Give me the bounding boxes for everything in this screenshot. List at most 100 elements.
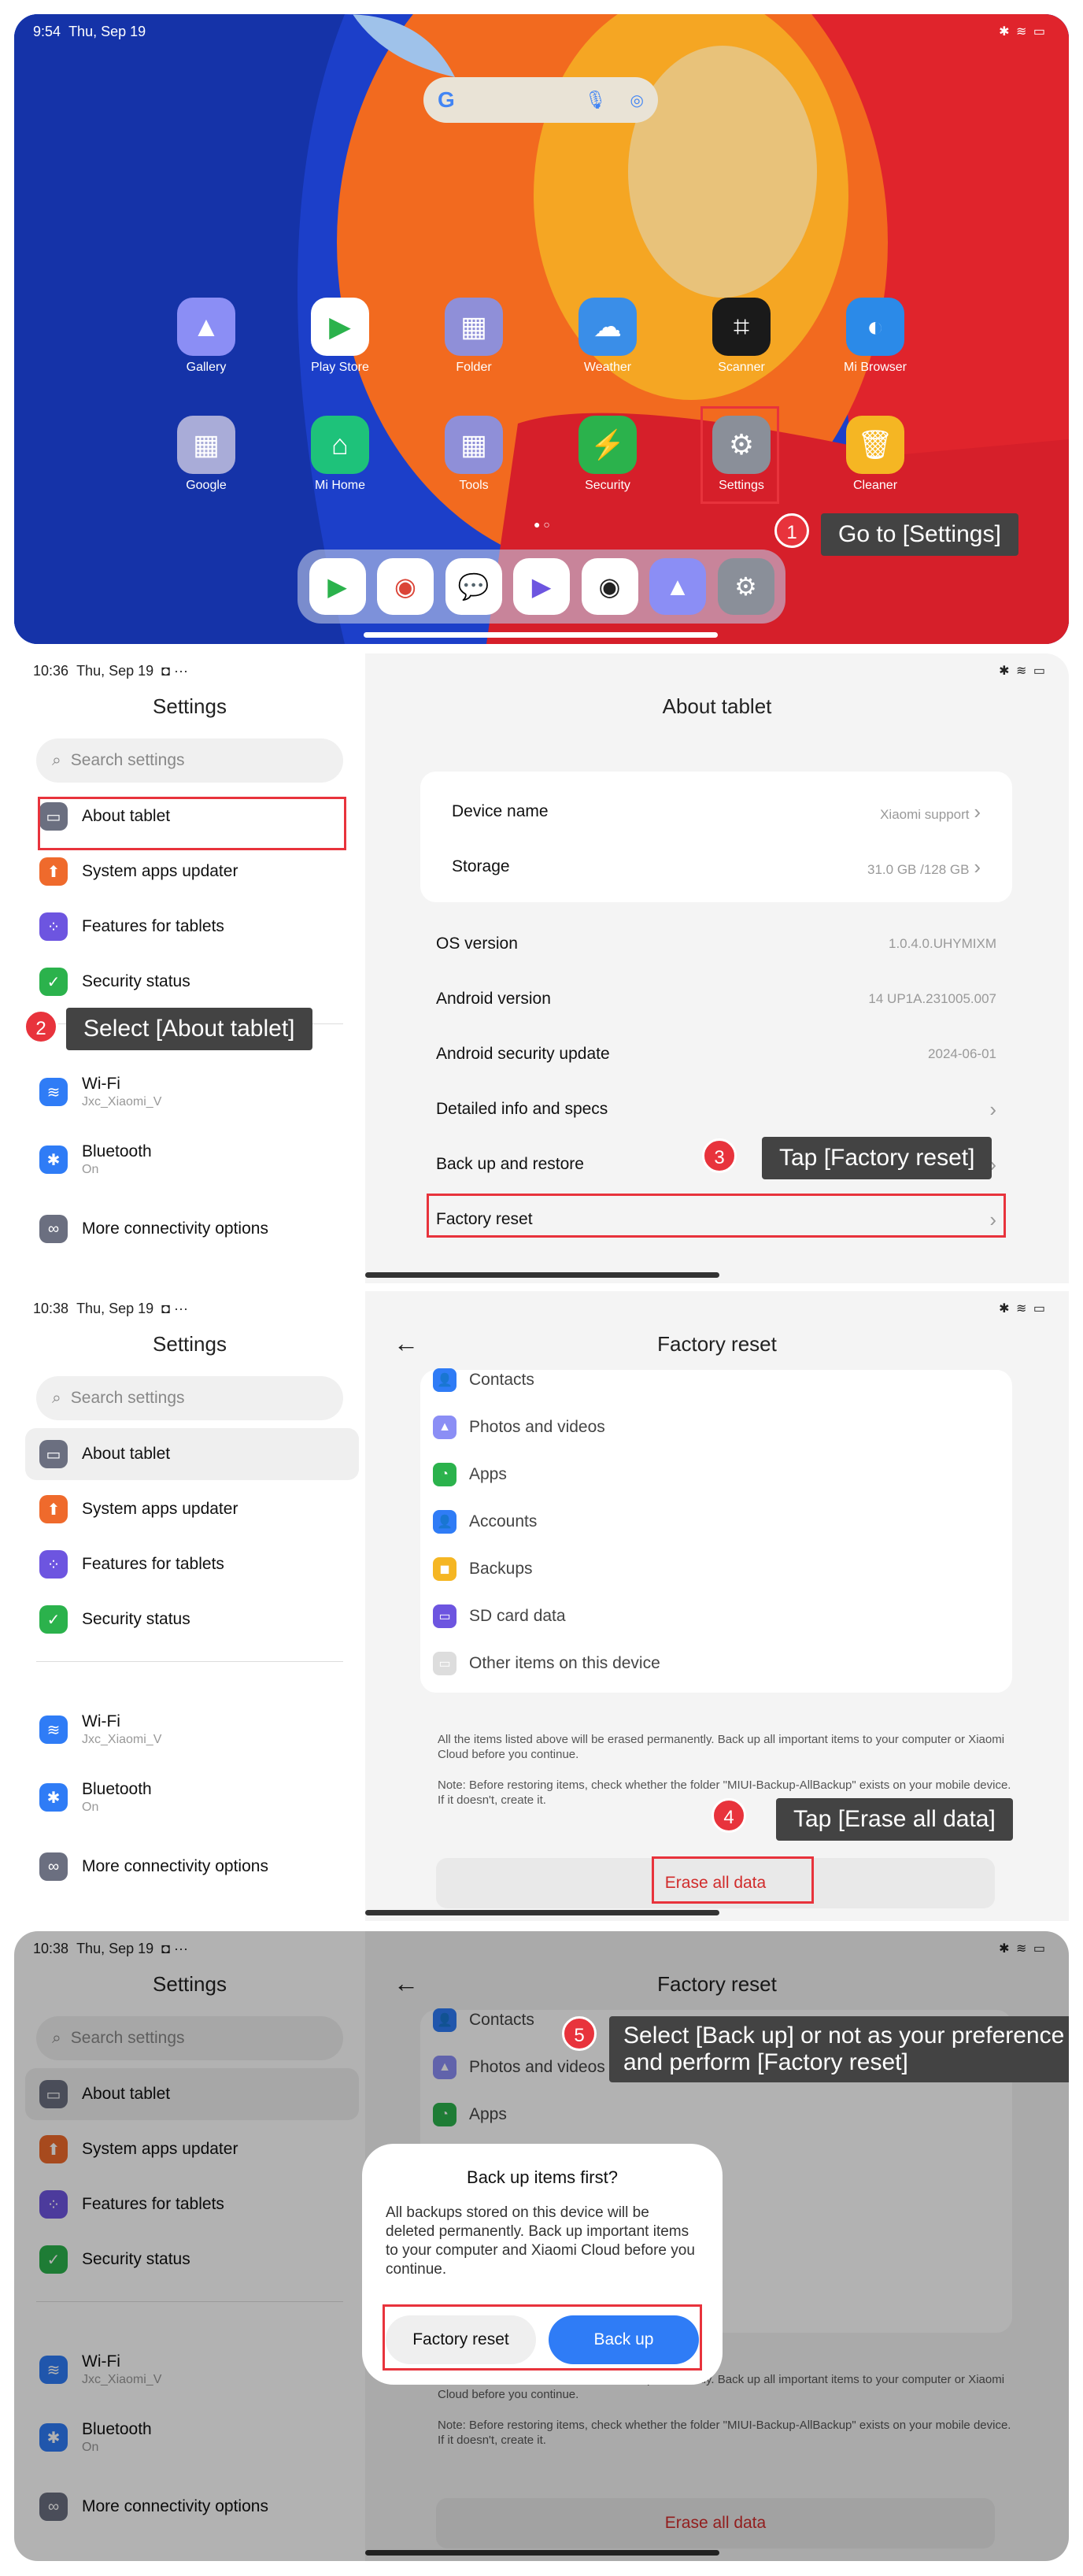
photos-icon: ▲ (433, 1416, 456, 1439)
sidebar-divider (36, 1661, 343, 1662)
shield-icon: ✓ (39, 1605, 68, 1634)
app-label: Cleaner (852, 479, 898, 492)
weather-icon: ☁ (578, 298, 637, 356)
messages-icon[interactable]: 💬 (445, 558, 502, 615)
erase-item-apps: ◔ Apps (433, 1463, 507, 1486)
sidebar-item-about-tablet[interactable]: ▭ About tablet (25, 1428, 359, 1480)
about-tablet-content: ✱ ≋ ▭ About tablet Device name Xiaomi sup… (365, 653, 1069, 1283)
lens-icon[interactable]: ◎ (630, 91, 644, 110)
app-label: Tools (459, 479, 489, 492)
gallery-icon[interactable]: ▲ (649, 558, 706, 615)
chevron-right-icon: › (989, 1097, 996, 1121)
factory-reset-highlight (427, 1194, 1006, 1238)
bluetooth-icon: ✱ (39, 1146, 68, 1174)
wifi-icon: ≋ (39, 1715, 68, 1744)
sidebar-title: Settings (153, 694, 227, 718)
app-weather[interactable]: ☁ Weather (545, 298, 671, 375)
sidebar-item-label: System apps updater (82, 1500, 238, 1518)
app-play-store[interactable]: ▶ Play Store (277, 298, 403, 375)
sidebar-item-security-status[interactable]: ✓ Security status (25, 1593, 359, 1645)
app-label: Play Store (311, 361, 369, 374)
folder-icon: ▦ (445, 298, 503, 356)
google-search-bar[interactable]: G 🎙 ◎ (423, 77, 658, 123)
chevron-right-icon: › (974, 799, 981, 824)
app-label: Scanner (718, 361, 765, 374)
sidebar-item-features-for-tablets[interactable]: ⁘ Features for tablets (25, 901, 359, 953)
detailed-info-row[interactable]: Detailed info and specs › (420, 1082, 1012, 1137)
play-store-icon[interactable]: ▶ (309, 558, 366, 615)
factory-reset-content: ✱ ≋ ▭ ← Factory reset 👤 Contacts ▲ Photos a… (365, 1291, 1069, 1921)
backup-dialog: Back up items first? All backups stored … (362, 2144, 723, 2385)
sidebar-item-more-connectivity-options[interactable]: ∞ More connectivity options (25, 1203, 359, 1255)
tablet-icon: ▭ (39, 1440, 68, 1468)
step-number-badge: 5 (562, 2016, 597, 2051)
step-callout: Tap [Factory reset] (762, 1137, 992, 1179)
sidebar-item-system-apps-updater[interactable]: ⬆ System apps updater (25, 846, 359, 898)
app-google[interactable]: ▦ Google (143, 416, 269, 493)
about-tablet-panel: 10:36 Thu, Sep 19 ◘ ··· Settings ⌕ Search… (14, 653, 1069, 1283)
features-icon: ⁘ (39, 1550, 68, 1579)
settings-icon[interactable]: ⚙ (717, 558, 774, 615)
app-mi-home[interactable]: ⌂ Mi Home (277, 416, 403, 493)
dialog-title: Back up items first? (467, 2167, 618, 2187)
erase-item-other-items-on-this-device: ▭ Other items on this device (433, 1652, 660, 1675)
device-name-row[interactable]: Device name Xiaomi support › (436, 784, 996, 839)
scanner-icon: ⌗ (712, 298, 771, 356)
security-update-row[interactable]: Android security update 2024-06-01 (420, 1027, 1012, 1082)
cleaner-icon: 🗑 (846, 416, 904, 474)
sd-card-icon: ▭ (433, 1604, 456, 1628)
step-callout: Tap [Erase all data] (776, 1798, 1013, 1841)
search-input[interactable]: ⌕ Search settings (36, 738, 343, 783)
dialog-message: All backups stored on this device will b… (386, 2204, 695, 2278)
sidebar-item-security-status[interactable]: ✓ Security status (25, 956, 359, 1008)
android-version-row[interactable]: Android version 14 UP1A.231005.007 (420, 972, 1012, 1027)
settings-sidebar: 10:38 Thu, Sep 19 ◘ ··· Settings ⌕ Search… (14, 1291, 365, 1921)
link-icon: ∞ (39, 1215, 68, 1243)
app-security[interactable]: ⚡ Security (545, 416, 671, 493)
settings-sidebar: 10:36 Thu, Sep 19 ◘ ··· Settings ⌕ Search… (14, 653, 365, 1283)
app-gallery[interactable]: ▲ Gallery (143, 298, 269, 375)
sidebar-item-label: Security status (82, 972, 190, 990)
app-folder[interactable]: ▦ Folder (411, 298, 537, 375)
app-cleaner[interactable]: 🗑 Cleaner (812, 416, 938, 493)
sidebar-item-sublabel: On (82, 1163, 99, 1176)
sidebar-item-bluetooth[interactable]: ✱ Bluetooth On (25, 1771, 359, 1823)
google-folder-icon: ▦ (177, 416, 235, 474)
sidebar-item-wi-fi[interactable]: ≋ Wi-Fi Jxc_Xiaomi_V (25, 1704, 359, 1756)
sidebar-item-system-apps-updater[interactable]: ⬆ System apps updater (25, 1483, 359, 1535)
camera-icon[interactable]: ◉ (581, 558, 638, 615)
step-number-badge: 4 (712, 1798, 746, 1833)
security-icon: ⚡ (578, 416, 637, 474)
step-number-badge: 1 (774, 513, 809, 548)
os-version-row[interactable]: OS version 1.0.4.0.UHYMIXM (420, 916, 1012, 972)
play-store-icon: ▶ (311, 298, 369, 356)
sidebar-item-features-for-tablets[interactable]: ⁘ Features for tablets (25, 1538, 359, 1590)
sidebar-item-wi-fi[interactable]: ≋ Wi-Fi Jxc_Xiaomi_V (25, 1066, 359, 1118)
status-bar-time: 10:38 Thu, Sep 19 ◘ ··· (33, 1301, 189, 1316)
sidebar-item-bluetooth[interactable]: ✱ Bluetooth On (25, 1134, 359, 1186)
factory-reset-panel: 10:38 Thu, Sep 19 ◘ ··· Settings ⌕ Search… (14, 1291, 1069, 1921)
play-games-icon[interactable]: ▶ (513, 558, 570, 615)
sidebar-item-more-connectivity-options[interactable]: ∞ More connectivity options (25, 1841, 359, 1893)
erase-item-label: Photos and videos (469, 1418, 605, 1436)
microphone-icon[interactable]: 🎙 (585, 90, 607, 110)
erase-item-backups: ◼ Backups (433, 1557, 533, 1581)
gallery-icon: ▲ (177, 298, 235, 356)
app-scanner[interactable]: ⌗ Scanner (678, 298, 804, 375)
search-input[interactable]: ⌕ Search settings (36, 1376, 343, 1420)
contacts-icon: 👤 (433, 1368, 456, 1392)
sidebar-item-label: About tablet (82, 1445, 171, 1463)
link-icon: ∞ (39, 1852, 68, 1881)
chrome-icon[interactable]: ◉ (377, 558, 434, 615)
erase-item-label: Accounts (469, 1512, 538, 1530)
erase-all-data-highlight (652, 1856, 814, 1904)
app-mi-browser[interactable]: ◐ Mi Browser (812, 298, 938, 375)
storage-row[interactable]: Storage 31.0 GB /128 GB › (436, 839, 996, 894)
erase-item-accounts: 👤 Accounts (433, 1510, 537, 1534)
sidebar-item-label: Wi-Fi (82, 1075, 120, 1093)
sidebar-item-label: Wi-Fi (82, 1712, 120, 1730)
dialog-buttons-highlight (383, 2304, 702, 2371)
step-callout: Select [Back up] or not as your preferen… (609, 2016, 1069, 2082)
app-tools[interactable]: ▦ Tools (411, 416, 537, 493)
erase-warning-note: All the items listed above will be erase… (438, 1733, 1005, 1761)
